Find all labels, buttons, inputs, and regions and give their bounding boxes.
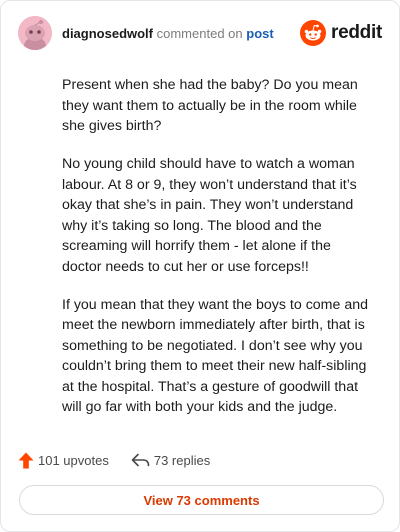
comment-header: diagnosedwolf commented on post reddit [18, 16, 382, 54]
reply-arrow-icon [131, 453, 150, 467]
upvote-stat[interactable]: 101 upvotes [18, 452, 109, 469]
comment-paragraph: Present when she had the baby? Do you me… [62, 77, 358, 134]
comment-action-text: commented on [156, 26, 243, 41]
comment-paragraph: No young child should have to watch a wo… [62, 156, 357, 275]
upvote-count: 101 upvotes [38, 452, 109, 468]
brand-name: reddit [331, 22, 382, 43]
reply-stat[interactable]: 73 replies [131, 453, 210, 468]
reddit-logo-icon [300, 20, 327, 46]
view-comments-button[interactable]: View 73 comments [19, 485, 384, 515]
author-line: diagnosedwolf commented on post [62, 26, 274, 41]
reply-count: 73 replies [153, 452, 211, 468]
comment-paragraph: If you mean that they want the boys to c… [62, 296, 369, 416]
post-link[interactable]: post [246, 26, 273, 41]
comment-card: diagnosedwolf commented on post reddit P… [0, 0, 400, 532]
comment-stats: 101 upvotes 73 replies [18, 449, 232, 471]
reddit-logo: reddit [300, 20, 382, 46]
upvote-arrow-icon [18, 452, 34, 468]
avatar[interactable] [18, 16, 52, 50]
snoo-avatar-icon [18, 16, 52, 50]
comment-body: Present when she had the baby? Do you me… [62, 75, 372, 435]
author-name[interactable]: diagnosedwolf [62, 26, 153, 41]
